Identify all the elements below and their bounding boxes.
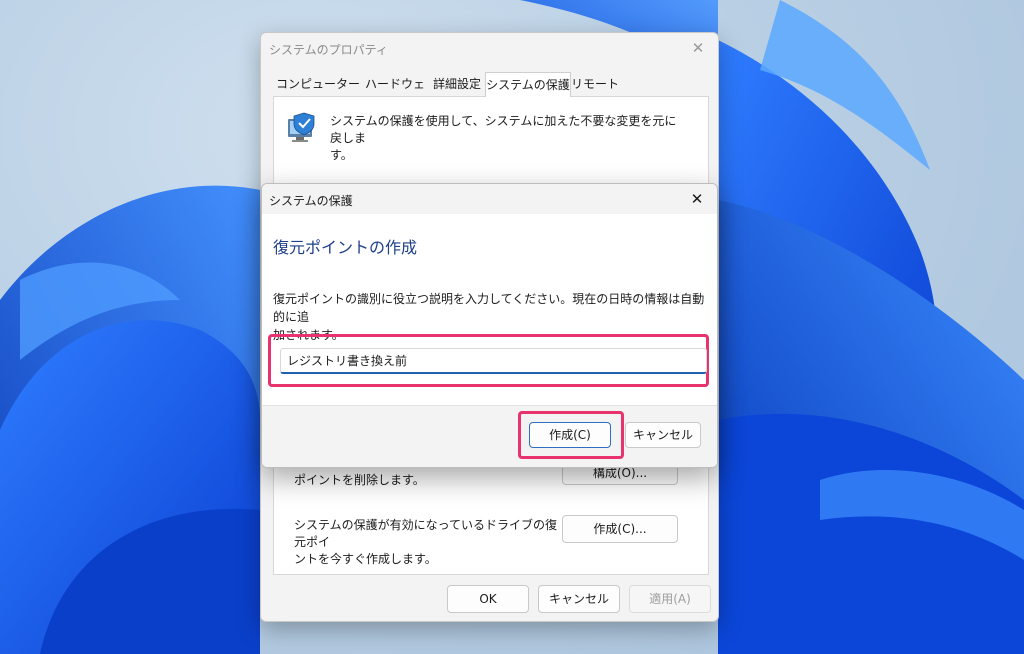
create-restore-point-button[interactable]: 作成(C)... xyxy=(562,515,678,543)
tab-advanced[interactable]: 詳細設定 xyxy=(429,74,485,95)
apply-button[interactable]: 適用(A) xyxy=(629,585,711,613)
system-protection-icon xyxy=(288,112,315,142)
system-properties-titlebar: システムのプロパティ ✕ xyxy=(261,33,718,63)
tab-hardware[interactable]: ハードウェア xyxy=(363,74,427,112)
dialog-heading: 復元ポイントの作成 xyxy=(273,238,418,257)
tab-system-protection[interactable]: システムの保護 xyxy=(485,72,571,97)
create-button-highlight-frame: 作成(C) xyxy=(518,411,624,459)
system-protection-description: システムの保護を使用して、システムに加えた不要な変更を元に戻しま す。 xyxy=(330,113,680,164)
create-description: システムの保護が有効になっているドライブの復元ポイ ントを今すぐ作成します。 xyxy=(294,517,564,568)
create-restore-point-dialog: システムの保護 ✕ 復元ポイントの作成 復元ポイントの識別に役立つ説明を入力して… xyxy=(261,183,718,468)
tab-computer-name[interactable]: コンピューター名 xyxy=(275,74,361,112)
tab-remote[interactable]: リモート xyxy=(571,74,619,95)
create-description-line-1: システムの保護が有効になっているドライブの復元ポイ xyxy=(294,518,558,549)
create-restore-point-titlebar: システムの保護 ✕ xyxy=(262,184,717,214)
cancel-button[interactable]: キャンセル xyxy=(625,422,701,448)
create-description-line-2: ントを今すぐ作成します。 xyxy=(294,552,437,566)
restore-point-description-input[interactable] xyxy=(280,348,707,374)
input-highlight-frame xyxy=(268,334,709,387)
cancel-button[interactable]: キャンセル xyxy=(538,585,620,613)
system-properties-title: システムのプロパティ xyxy=(269,43,388,57)
close-icon[interactable]: ✕ xyxy=(687,189,707,209)
dialog-title: システムの保護 xyxy=(269,194,353,208)
description-line-2: す。 xyxy=(330,148,353,162)
configure-description: ポイントを削除します。 xyxy=(294,473,425,487)
instruction-line-1: 復元ポイントの識別に役立つ説明を入力してください。現在の日時の情報は自動的に追 xyxy=(273,292,705,324)
description-line-1: システムの保護を使用して、システムに加えた不要な変更を元に戻しま xyxy=(330,114,677,145)
ok-button[interactable]: OK xyxy=(447,585,529,613)
close-icon[interactable]: ✕ xyxy=(688,38,708,58)
create-button[interactable]: 作成(C) xyxy=(529,422,611,448)
